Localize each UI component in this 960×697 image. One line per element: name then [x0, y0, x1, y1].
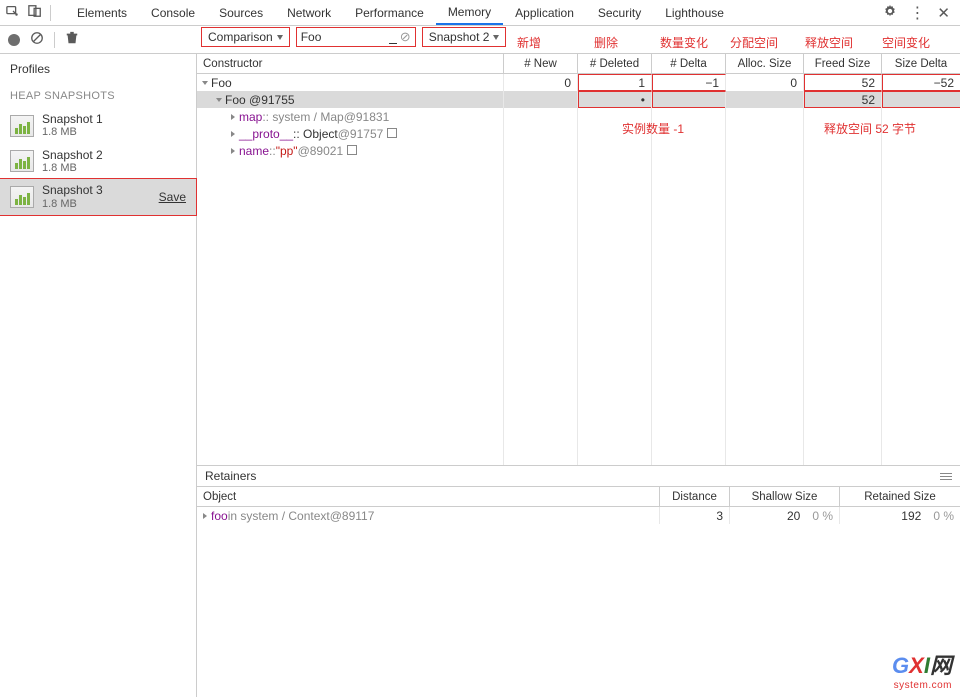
- disclosure-icon[interactable]: [202, 81, 208, 85]
- tab-sources[interactable]: Sources: [207, 0, 275, 25]
- snapshot-size: 1.8 MB: [42, 126, 103, 139]
- panel-tabs: Elements Console Sources Network Perform…: [65, 0, 736, 25]
- comparison-grid-header: Constructor # New # Deleted # Delta Allo…: [197, 54, 960, 74]
- delete-icon[interactable]: [65, 31, 79, 48]
- ret-col-retained[interactable]: Retained Size: [840, 487, 960, 506]
- snapshot-icon: [10, 115, 34, 137]
- snapshot-name: Snapshot 3: [42, 183, 103, 197]
- ret-col-distance[interactable]: Distance: [660, 487, 730, 506]
- grid-row-proto[interactable]: __proto__ :: Object @91757: [197, 125, 960, 142]
- snapshot-name: Snapshot 1: [42, 112, 103, 126]
- chevron-down-icon: [493, 35, 499, 40]
- disclosure-icon[interactable]: [231, 114, 235, 120]
- col-alloc[interactable]: Alloc. Size: [726, 54, 804, 73]
- retainers-pane: Retainers Object Distance Shallow Size R…: [197, 465, 960, 697]
- device-toggle-icon[interactable]: [28, 4, 42, 21]
- tab-elements[interactable]: Elements: [65, 0, 139, 25]
- retainers-title: Retainers: [197, 466, 960, 487]
- tab-network[interactable]: Network: [275, 0, 343, 25]
- settings-icon[interactable]: [883, 4, 897, 21]
- ret-col-object[interactable]: Object: [197, 487, 660, 506]
- retainer-row[interactable]: foo in system / Context @89117 3 200 % 1…: [197, 507, 960, 524]
- disclosure-icon[interactable]: [216, 98, 222, 102]
- devtools-tabbar: Elements Console Sources Network Perform…: [0, 0, 960, 26]
- snapshot-content: Comparison Foo⊘ Snapshot 2 Constructor #…: [197, 54, 960, 697]
- tab-application[interactable]: Application: [503, 0, 586, 25]
- clear-filter-icon[interactable]: ⊘: [400, 29, 411, 45]
- ret-col-shallow[interactable]: Shallow Size: [730, 487, 840, 506]
- col-freed[interactable]: Freed Size: [804, 54, 882, 73]
- snapshot-size: 1.8 MB: [42, 198, 103, 211]
- col-sizedelta[interactable]: Size Delta: [882, 54, 960, 73]
- inspect-icon[interactable]: [6, 4, 20, 21]
- snapshot-size: 1.8 MB: [42, 162, 103, 175]
- grid-row-name[interactable]: name :: "pp" @89021: [197, 142, 960, 159]
- tab-performance[interactable]: Performance: [343, 0, 436, 25]
- heap-snapshots-header: HEAP SNAPSHOTS: [0, 84, 196, 108]
- comparison-grid-body[interactable]: Foo 0 1 −1 0 52 −52 Foo @91755 • 52 map …: [197, 74, 960, 465]
- disclosure-icon[interactable]: [231, 148, 235, 154]
- tab-security[interactable]: Security: [586, 0, 653, 25]
- grid-row-foo-instance[interactable]: Foo @91755 • 52: [197, 91, 960, 108]
- col-delta[interactable]: # Delta: [652, 54, 726, 73]
- save-link[interactable]: Save: [159, 190, 186, 204]
- tab-memory[interactable]: Memory: [436, 0, 503, 25]
- pane-menu-icon[interactable]: [940, 473, 952, 480]
- snapshot-icon: [10, 186, 34, 208]
- disclosure-icon[interactable]: [231, 131, 235, 137]
- profiles-sidebar: Profiles HEAP SNAPSHOTS Snapshot 11.8 MB…: [0, 54, 197, 697]
- clear-icon[interactable]: [30, 31, 44, 48]
- retainers-body[interactable]: foo in system / Context @89117 3 200 % 1…: [197, 507, 960, 697]
- tab-console[interactable]: Console: [139, 0, 207, 25]
- class-filter-input[interactable]: Foo⊘: [296, 27, 416, 47]
- chevron-down-icon: [277, 35, 283, 40]
- snapshot-item-2[interactable]: Snapshot 21.8 MB: [0, 144, 196, 180]
- base-snapshot-select[interactable]: Snapshot 2: [422, 27, 507, 47]
- grid-row-foo[interactable]: Foo 0 1 −1 0 52 −52: [197, 74, 960, 91]
- view-select[interactable]: Comparison: [201, 27, 290, 47]
- profiles-header: Profiles: [0, 54, 196, 84]
- more-icon[interactable]: ⋮: [909, 3, 925, 23]
- snapshot-icon: [10, 150, 34, 172]
- grid-row-map[interactable]: map :: system / Map @91831: [197, 108, 960, 125]
- tab-lighthouse[interactable]: Lighthouse: [653, 0, 736, 25]
- col-deleted[interactable]: # Deleted: [578, 54, 652, 73]
- col-constructor[interactable]: Constructor: [197, 54, 504, 73]
- col-new[interactable]: # New: [504, 54, 578, 73]
- record-button[interactable]: [8, 34, 20, 46]
- snapshot-name: Snapshot 2: [42, 148, 103, 162]
- snapshot-item-1[interactable]: Snapshot 11.8 MB: [0, 108, 196, 144]
- snapshot-item-3[interactable]: Snapshot 31.8 MB Save: [0, 179, 196, 215]
- close-icon[interactable]: ✕: [937, 4, 950, 22]
- disclosure-icon[interactable]: [203, 513, 207, 519]
